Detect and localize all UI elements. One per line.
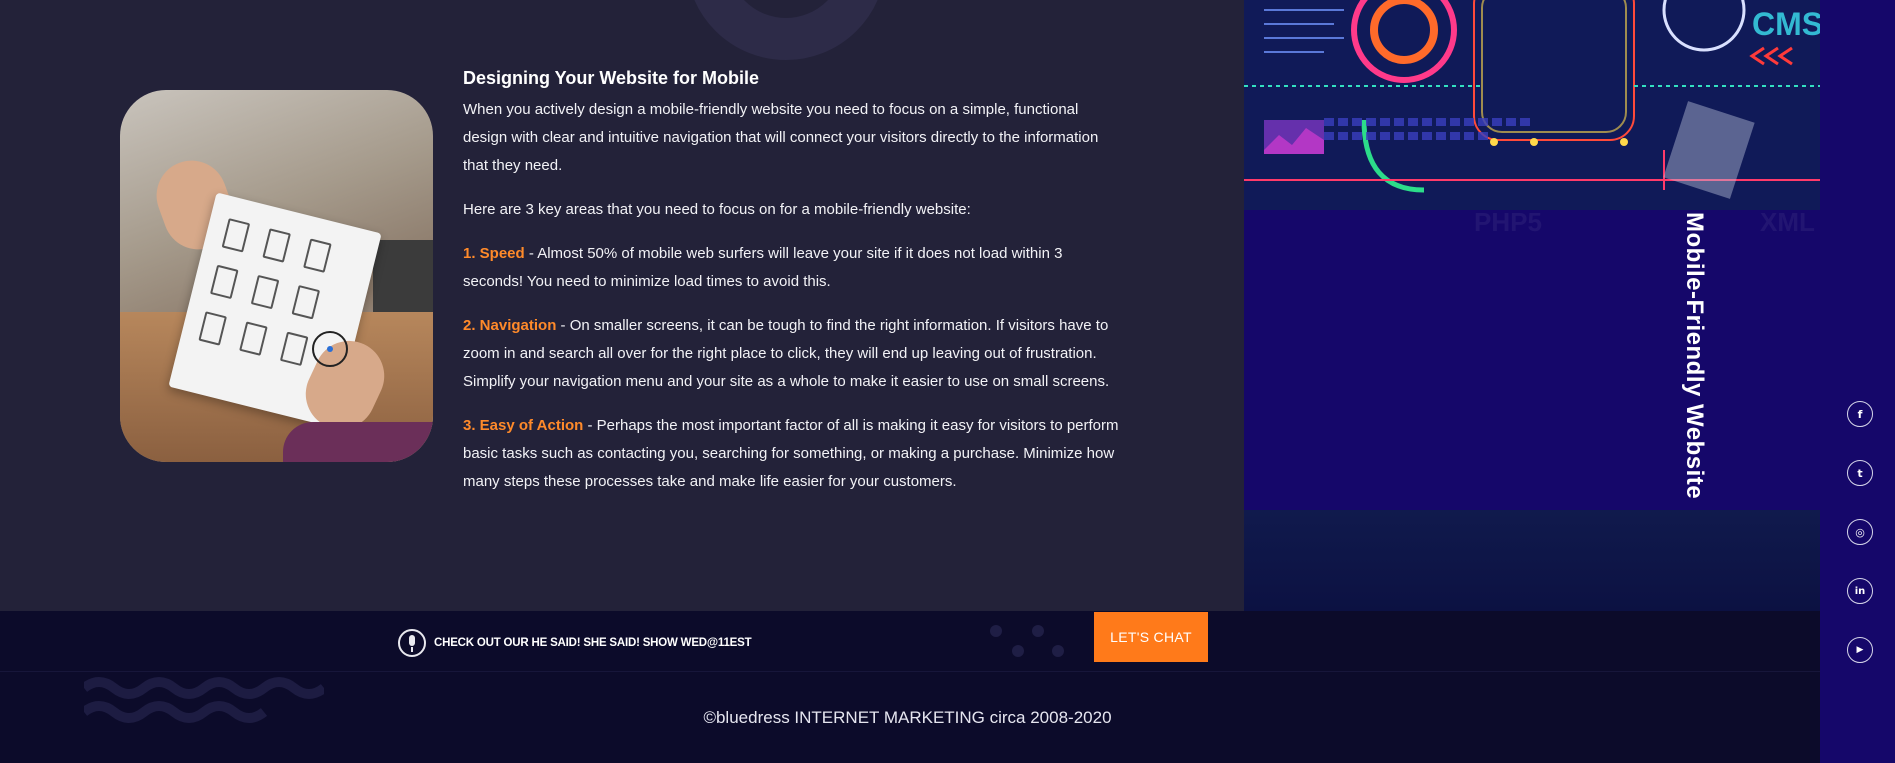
banner-lower-band bbox=[1244, 510, 1820, 611]
key-area-text: - On smaller screens, it can be tough to… bbox=[463, 317, 1110, 390]
linkedin-icon[interactable]: in bbox=[1847, 578, 1873, 604]
banner-panel: CMS PHP5 XML bbox=[1244, 0, 1820, 611]
photo-sleeve bbox=[283, 422, 433, 462]
copyright-text: ©bluedress INTERNET MARKETING circa 2008… bbox=[703, 708, 1112, 727]
article-intro: When you actively design a mobile-friend… bbox=[463, 101, 1099, 174]
key-area-text: - Almost 50% of mobile web surfers will … bbox=[463, 245, 1063, 290]
circuit-illustration: CMS bbox=[1244, 0, 1820, 210]
key-area-easy-of-action: 3. Easy of Action - Perhaps the most imp… bbox=[463, 412, 1123, 496]
facebook-icon[interactable]: f bbox=[1847, 401, 1873, 427]
podcast-promo[interactable]: CHECK OUT OUR HE SAID! SHE SAID! SHOW WE… bbox=[398, 629, 752, 657]
lets-chat-button[interactable]: LET'S CHAT bbox=[1094, 612, 1208, 662]
youtube-icon[interactable]: ▶ bbox=[1847, 637, 1873, 663]
article-title: Designing Your Website for Mobile bbox=[463, 68, 760, 88]
key-area-label: 2. Navigation bbox=[463, 317, 557, 334]
footer: CHECK OUT OUR HE SAID! SHE SAID! SHOW WE… bbox=[0, 611, 1820, 763]
key-area-label: 3. Easy of Action bbox=[463, 417, 584, 434]
banner-title-wrapper: Mobile-Friendly Website bbox=[1681, 212, 1708, 512]
key-area-navigation: 2. Navigation - On smaller screens, it c… bbox=[463, 312, 1123, 396]
key-area-speed: 1. Speed - Almost 50% of mobile web surf… bbox=[463, 240, 1123, 296]
ghost-label: XML bbox=[1760, 207, 1815, 237]
microphone-icon bbox=[398, 629, 426, 657]
main-section: Designing Your Website for Mobile When y… bbox=[0, 0, 1244, 611]
key-area-label: 1. Speed bbox=[463, 245, 525, 262]
article-lead: Here are 3 key areas that you need to fo… bbox=[463, 201, 971, 218]
article-photo bbox=[120, 90, 433, 462]
circuit-label: CMS bbox=[1752, 6, 1820, 42]
decorative-ring bbox=[686, 0, 886, 60]
ghost-label: PHP5 bbox=[1474, 207, 1542, 237]
podcast-text: CHECK OUT OUR HE SAID! SHE SAID! SHOW WE… bbox=[434, 637, 752, 649]
article: Designing Your Website for Mobile When y… bbox=[463, 66, 1123, 512]
banner-title: Mobile-Friendly Website bbox=[1681, 212, 1708, 500]
twitter-icon[interactable]: t bbox=[1847, 460, 1873, 486]
instagram-icon[interactable]: ◎ bbox=[1847, 519, 1873, 545]
mouse-cursor-dot bbox=[327, 346, 333, 352]
footer-divider bbox=[0, 671, 1820, 672]
